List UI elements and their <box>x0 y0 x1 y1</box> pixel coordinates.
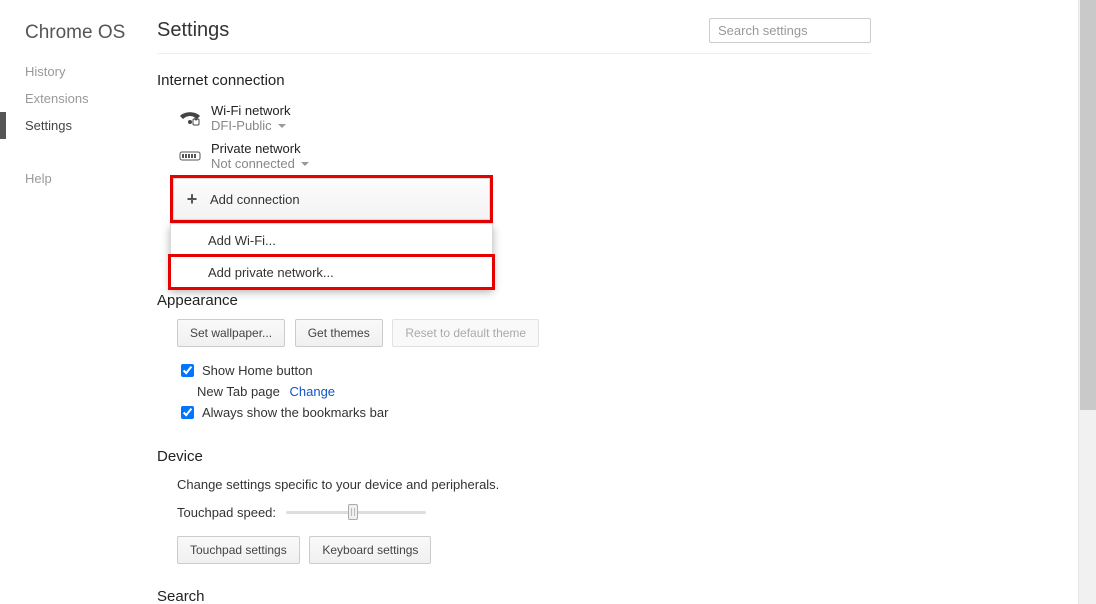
change-link[interactable]: Change <box>290 384 336 399</box>
add-connection-label: Add connection <box>210 192 300 207</box>
wifi-value: DFI-Public <box>211 118 272 133</box>
touchpad-speed-row: Touchpad speed: <box>157 502 1078 532</box>
sidebar: Chrome OS History Extensions Settings He… <box>0 0 155 192</box>
os-title: Chrome OS <box>0 22 155 58</box>
nav-help[interactable]: Help <box>0 165 155 192</box>
section-internet-title: Internet connection <box>157 72 1078 89</box>
nav-settings[interactable]: Settings <box>0 112 155 139</box>
plus-icon: + <box>182 189 202 210</box>
show-home-label: Show Home button <box>202 363 313 378</box>
section-search-title: Search <box>157 588 1078 604</box>
get-themes-button[interactable]: Get themes <box>295 319 383 347</box>
scrollbar-thumb[interactable] <box>1080 0 1096 410</box>
bookmarks-bar-checkbox[interactable] <box>181 406 194 419</box>
add-connection-button[interactable]: + Add connection <box>173 178 490 220</box>
slider-thumb[interactable] <box>348 504 358 520</box>
wifi-icon <box>177 105 203 131</box>
bookmarks-bar-label: Always show the bookmarks bar <box>202 405 388 420</box>
scrollbar[interactable] <box>1078 0 1096 604</box>
vpn-icon <box>177 143 203 169</box>
header: Settings <box>157 18 871 54</box>
home-page-row: New Tab page Change <box>157 384 1078 399</box>
menu-add-private-network[interactable]: Add private network... <box>168 254 495 290</box>
chevron-down-icon <box>278 124 286 128</box>
chevron-down-icon <box>301 162 309 166</box>
add-connection-highlight: + Add connection <box>170 175 493 223</box>
private-network-row[interactable]: Private network Not connected <box>157 137 1078 175</box>
nav-history[interactable]: History <box>0 58 155 85</box>
nav-extensions[interactable]: Extensions <box>0 85 155 112</box>
device-description: Change settings specific to your device … <box>157 475 1078 502</box>
add-connection-menu: Add Wi-Fi... Add private network... <box>170 223 493 288</box>
section-appearance-title: Appearance <box>157 292 1078 309</box>
touchpad-speed-slider[interactable] <box>286 504 426 520</box>
touchpad-speed-label: Touchpad speed: <box>177 505 276 520</box>
touchpad-settings-button[interactable]: Touchpad settings <box>177 536 300 564</box>
new-tab-page-label: New Tab page <box>197 384 280 399</box>
show-home-checkbox[interactable] <box>181 364 194 377</box>
search-input[interactable] <box>709 18 871 43</box>
section-device-title: Device <box>157 448 1078 465</box>
wifi-label: Wi-Fi network <box>211 103 290 118</box>
show-home-checkbox-row[interactable]: Show Home button <box>157 357 1078 384</box>
main-content: Settings Internet connection Wi-Fi netwo… <box>157 0 1078 604</box>
keyboard-settings-button[interactable]: Keyboard settings <box>309 536 431 564</box>
page-title: Settings <box>157 19 229 42</box>
private-label: Private network <box>211 141 309 156</box>
reset-theme-button: Reset to default theme <box>392 319 539 347</box>
private-value: Not connected <box>211 156 295 171</box>
bookmarks-bar-checkbox-row[interactable]: Always show the bookmarks bar <box>157 399 1078 426</box>
menu-add-wifi[interactable]: Add Wi-Fi... <box>171 224 492 257</box>
set-wallpaper-button[interactable]: Set wallpaper... <box>177 319 285 347</box>
wifi-network-row[interactable]: Wi-Fi network DFI-Public <box>157 99 1078 137</box>
